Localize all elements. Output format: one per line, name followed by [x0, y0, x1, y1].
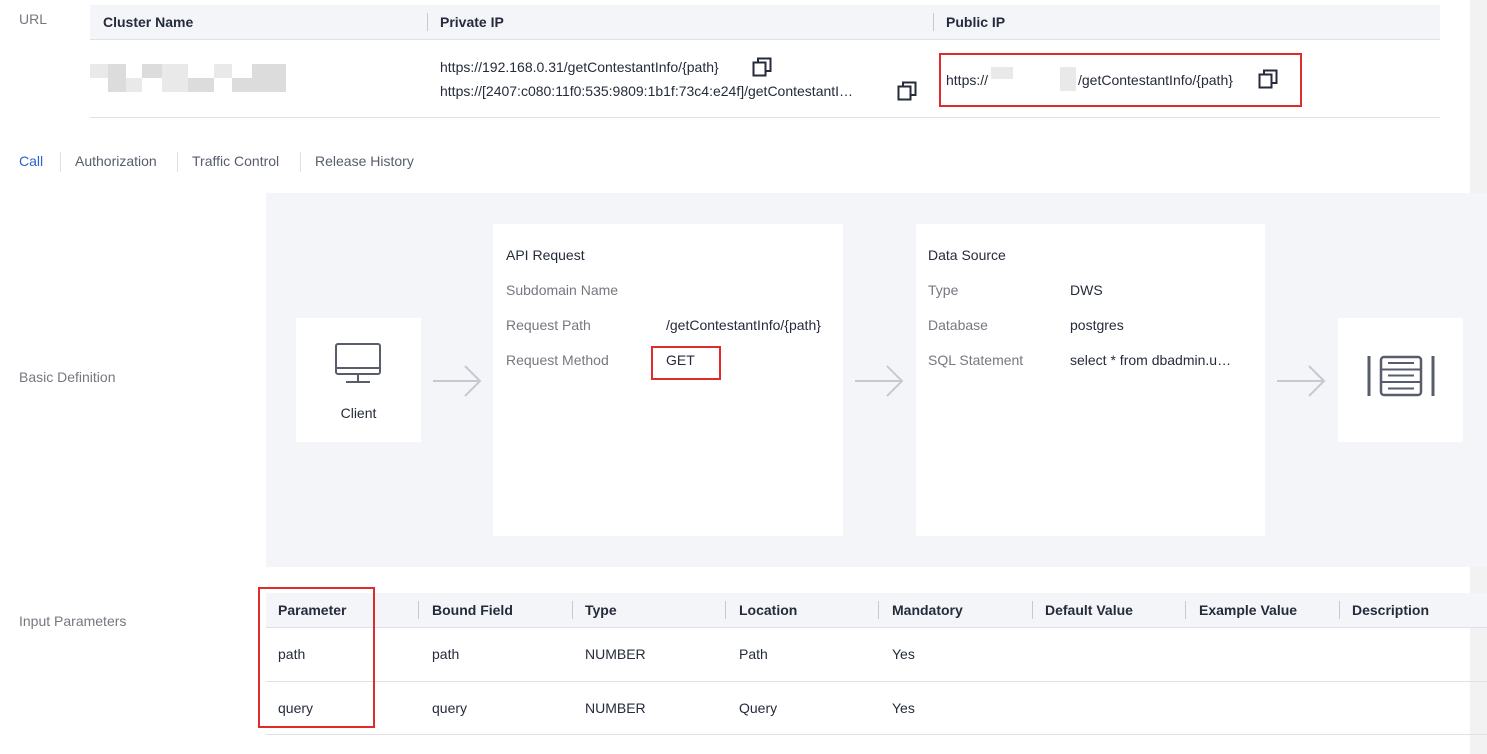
url-label: URL — [19, 11, 48, 27]
arrow-right-icon — [855, 365, 904, 397]
private-ip-url-2[interactable]: https://[2407:c080:11f0:535:9809:1b1f:73… — [440, 83, 885, 99]
header-location: Location — [739, 602, 798, 618]
param-mandatory: Yes — [892, 700, 915, 716]
database-server-icon — [1367, 355, 1435, 397]
header-cluster-name: Cluster Name — [103, 14, 194, 30]
param-location: Query — [739, 700, 778, 716]
param-location: Path — [739, 646, 768, 662]
request-method-label: Request Method — [506, 352, 609, 368]
copy-icon[interactable] — [897, 81, 917, 101]
type-label: Type — [928, 282, 959, 298]
input-parameters-label: Input Parameters — [19, 613, 127, 629]
database-card — [1338, 318, 1463, 442]
parameter-column-highlight — [258, 587, 375, 728]
param-mandatory: Yes — [892, 646, 915, 662]
header-default-value: Default Value — [1045, 602, 1133, 618]
request-path-value: /getContestantInfo/{path} — [666, 317, 821, 333]
header-example-value: Example Value — [1199, 602, 1298, 618]
api-request-card: API Request Subdomain Name Request Path … — [493, 224, 843, 536]
header-bound-field: Bound Field — [432, 602, 513, 618]
private-ip-url-1[interactable]: https://192.168.0.31/getContestantInfo/{… — [440, 59, 719, 75]
tab-call[interactable]: Call — [19, 153, 43, 169]
tab-authorization[interactable]: Authorization — [75, 153, 157, 169]
header-public-ip: Public IP — [946, 14, 1006, 30]
database-label: Database — [928, 317, 988, 333]
basic-definition-label: Basic Definition — [19, 369, 116, 385]
bound-field: path — [432, 646, 460, 662]
row-divider — [266, 734, 1487, 735]
header-mandatory: Mandatory — [892, 602, 963, 618]
url-row-divider — [90, 117, 1440, 118]
params-table-header: Parameter Bound Field Type Location Mand… — [266, 593, 1487, 628]
sql-statement-value: select * from dbadmin.u… — [1070, 352, 1232, 368]
header-type: Type — [585, 602, 617, 618]
request-method-value: GET — [666, 352, 695, 368]
client-card: Client — [296, 318, 421, 442]
arrow-right-icon — [433, 365, 482, 397]
public-ip-prefix[interactable]: https:// — [946, 72, 988, 88]
monitor-icon — [335, 343, 381, 383]
bound-field: query — [432, 700, 468, 716]
request-path-label: Request Path — [506, 317, 591, 333]
public-ip-masked — [991, 67, 1013, 79]
url-table-header: Cluster Name Private IP Public IP — [90, 5, 1440, 40]
header-private-ip: Private IP — [440, 14, 504, 30]
copy-icon[interactable] — [752, 57, 772, 77]
copy-icon[interactable] — [1258, 69, 1278, 89]
data-source-title: Data Source — [928, 247, 1006, 263]
database-value: postgres — [1070, 317, 1124, 333]
client-label: Client — [340, 405, 377, 421]
param-type: NUMBER — [585, 700, 646, 716]
header-description: Description — [1352, 602, 1430, 618]
sql-statement-label: SQL Statement — [928, 352, 1024, 368]
public-ip-suffix[interactable]: /getContestantInfo/{path} — [1078, 72, 1233, 88]
row-divider — [266, 681, 1487, 682]
param-type: NUMBER — [585, 646, 646, 662]
subdomain-label: Subdomain Name — [506, 282, 619, 298]
type-value: DWS — [1070, 282, 1103, 298]
data-source-card: Data Source Type DWS Database postgres S… — [916, 224, 1265, 536]
arrow-right-icon — [1277, 365, 1326, 397]
api-request-title: API Request — [506, 247, 585, 263]
tab-traffic-control[interactable]: Traffic Control — [192, 153, 279, 169]
tab-release-history[interactable]: Release History — [315, 153, 414, 169]
